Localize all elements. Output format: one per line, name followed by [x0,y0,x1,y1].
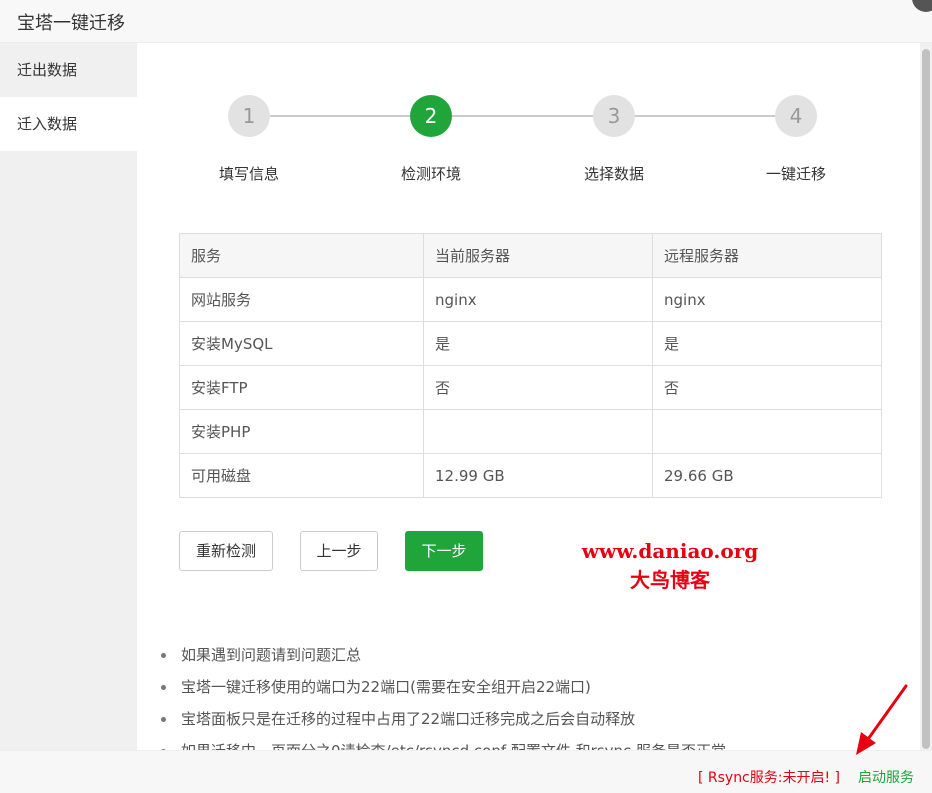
dialog-title: 宝塔一键迁移 [17,13,125,34]
list-item: 宝塔一键迁移使用的端口为22端口(需要在安全组开启22端口) [161,675,726,707]
dialog-titlebar: 宝塔一键迁移 [0,0,932,43]
notes-list: 如果遇到问题请到问题汇总 宝塔一键迁移使用的端口为22端口(需要在安全组开启22… [161,643,726,750]
watermark-name: 大鸟博客 [630,568,710,592]
watermark: www.daniao.org 大鸟博客 [575,539,765,593]
table-cell: nginx [423,277,653,322]
list-item: 如果遇到问题请到问题汇总 [161,643,726,675]
table-cell: 否 [423,365,653,410]
step-connector [634,115,776,117]
table-cell: 12.99 GB [423,453,653,498]
table-cell: 可用磁盘 [179,453,424,498]
step-2-label: 检测环境 [400,165,461,183]
table-cell: 网站服务 [179,277,424,322]
table-row: 安装MySQL 是 是 [179,321,882,366]
step-4-label: 一键迁移 [765,165,826,183]
prev-step-button[interactable]: 上一步 [300,531,378,571]
list-item: 如果迁移中，页面分之0请检查/etc/rsyncd.conf 配置文件 和rsy… [161,739,726,750]
table-row: 可用磁盘 12.99 GB 29.66 GB [179,453,882,498]
scrollbar-thumb[interactable] [922,49,930,749]
recheck-button[interactable]: 重新检测 [179,531,273,571]
table-cell: 29.66 GB [652,453,882,498]
table-cell: nginx [652,277,882,322]
close-button[interactable] [912,0,932,12]
table-row: 安装PHP [179,409,882,454]
column-header: 远程服务器 [652,233,882,278]
sidebar-item-export[interactable]: 迁出数据 [0,43,137,97]
environment-table: 服务 当前服务器 远程服务器 网站服务 nginx nginx 安装MySQL … [179,233,882,498]
table-row: 安装FTP 否 否 [179,365,882,410]
table-cell: 安装FTP [179,365,424,410]
start-service-link[interactable]: 启动服务 [858,767,914,787]
next-step-button[interactable]: 下一步 [405,531,483,571]
step-connector [270,115,411,117]
sidebar-item-import[interactable]: 迁入数据 [0,97,137,151]
step-connector [452,115,593,117]
column-header: 服务 [179,233,424,278]
table-cell: 否 [652,365,882,410]
rsync-status-text: [ Rsync服务:未开启! ] [697,770,840,786]
vertical-scrollbar[interactable] [920,43,932,750]
list-item: 宝塔面板只是在迁移的过程中占用了22端口迁移完成之后会自动释放 [161,707,726,739]
watermark-url: www.daniao.org [581,539,759,563]
table-cell: 安装PHP [179,409,424,454]
column-header: 当前服务器 [423,233,653,278]
sidebar: 迁出数据 迁入数据 [0,43,137,750]
table-cell: 安装MySQL [179,321,424,366]
step-3-circle: 3 [593,95,635,137]
table-cell: 是 [423,321,653,366]
table-row: 网站服务 nginx nginx [179,277,882,322]
step-3-label: 选择数据 [583,165,644,183]
step-4-circle: 4 [775,95,817,137]
table-header-row: 服务 当前服务器 远程服务器 [179,233,882,278]
table-cell: 是 [652,321,882,366]
table-cell [652,409,882,454]
main-content: 1 2 3 4 填写信息 检测环境 选择数据 一键迁移 服务 当前服务器 远程服… [137,43,920,750]
footer-bar: [ Rsync服务:未开启! ] 启动服务 [0,750,932,793]
step-2-circle: 2 [410,95,452,137]
step-1-label: 填写信息 [218,165,279,183]
table-cell [423,409,653,454]
step-1-circle: 1 [228,95,270,137]
annotation-arrow-icon [856,684,908,755]
